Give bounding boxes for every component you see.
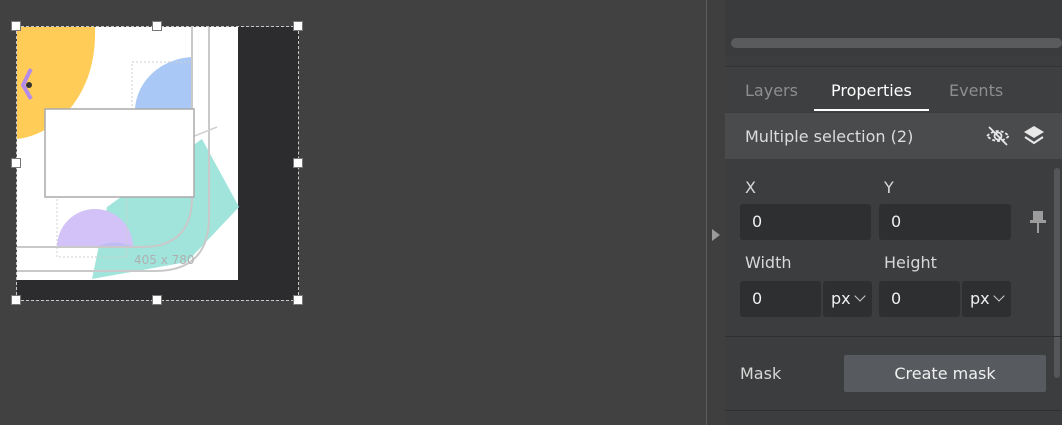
resize-handle-bottom-right[interactable]: [293, 295, 303, 305]
panel-tabs: Layers Properties Events: [725, 67, 1062, 112]
create-mask-button[interactable]: Create mask: [844, 355, 1046, 392]
panel-collapse-strip[interactable]: [707, 0, 725, 425]
x-input[interactable]: 0: [740, 204, 871, 240]
height-label: Height: [884, 253, 937, 272]
resize-handle-bottom-left[interactable]: [11, 295, 21, 305]
collapse-arrow-icon[interactable]: [712, 229, 720, 241]
height-unit-select[interactable]: px: [962, 281, 1011, 317]
width-unit-value: px: [831, 289, 851, 308]
x-label: X: [745, 178, 756, 197]
panel-top-area: [725, 0, 1062, 56]
chevron-down-icon: [854, 290, 866, 302]
horizontal-scrollbar[interactable]: [731, 38, 1062, 48]
resize-handle-middle-right[interactable]: [293, 158, 303, 168]
selection-title: Multiple selection (2): [745, 127, 914, 146]
resize-handle-bottom-middle[interactable]: [152, 295, 162, 305]
section-separator: [725, 336, 1062, 337]
height-unit-value: px: [970, 289, 990, 308]
y-input[interactable]: 0: [879, 204, 1011, 240]
width-unit-select[interactable]: px: [823, 281, 872, 317]
active-tab-underline: [814, 109, 929, 111]
resize-handle-top-right[interactable]: [293, 21, 303, 31]
height-input[interactable]: 0: [879, 281, 960, 317]
canvas-workspace[interactable]: 405 x 780: [0, 0, 706, 425]
y-label: Y: [884, 178, 894, 197]
pin-icon[interactable]: [1028, 209, 1048, 235]
chevron-down-icon: [993, 290, 1005, 302]
eye-off-icon[interactable]: [985, 124, 1011, 148]
properties-panel: Layers Properties Events Multiple select…: [725, 0, 1062, 425]
width-input[interactable]: 0: [740, 281, 821, 317]
selection-header: Multiple selection (2): [725, 113, 1062, 159]
layers-icon[interactable]: [1023, 124, 1045, 148]
tab-layers[interactable]: Layers: [745, 81, 798, 100]
width-label: Width: [745, 253, 792, 272]
tab-properties[interactable]: Properties: [831, 81, 912, 100]
resize-handle-top-middle[interactable]: [152, 21, 162, 31]
resize-handle-top-left[interactable]: [11, 21, 21, 31]
selected-artboard-group[interactable]: 405 x 780: [17, 27, 299, 300]
resize-handle-middle-left[interactable]: [11, 158, 21, 168]
section-separator-bottom: [725, 410, 1062, 411]
tab-events[interactable]: Events: [949, 81, 1003, 100]
vertical-scrollbar[interactable]: [1054, 168, 1060, 378]
artboard-size-label: 405 x 780: [134, 253, 195, 267]
mask-label: Mask: [740, 364, 782, 383]
